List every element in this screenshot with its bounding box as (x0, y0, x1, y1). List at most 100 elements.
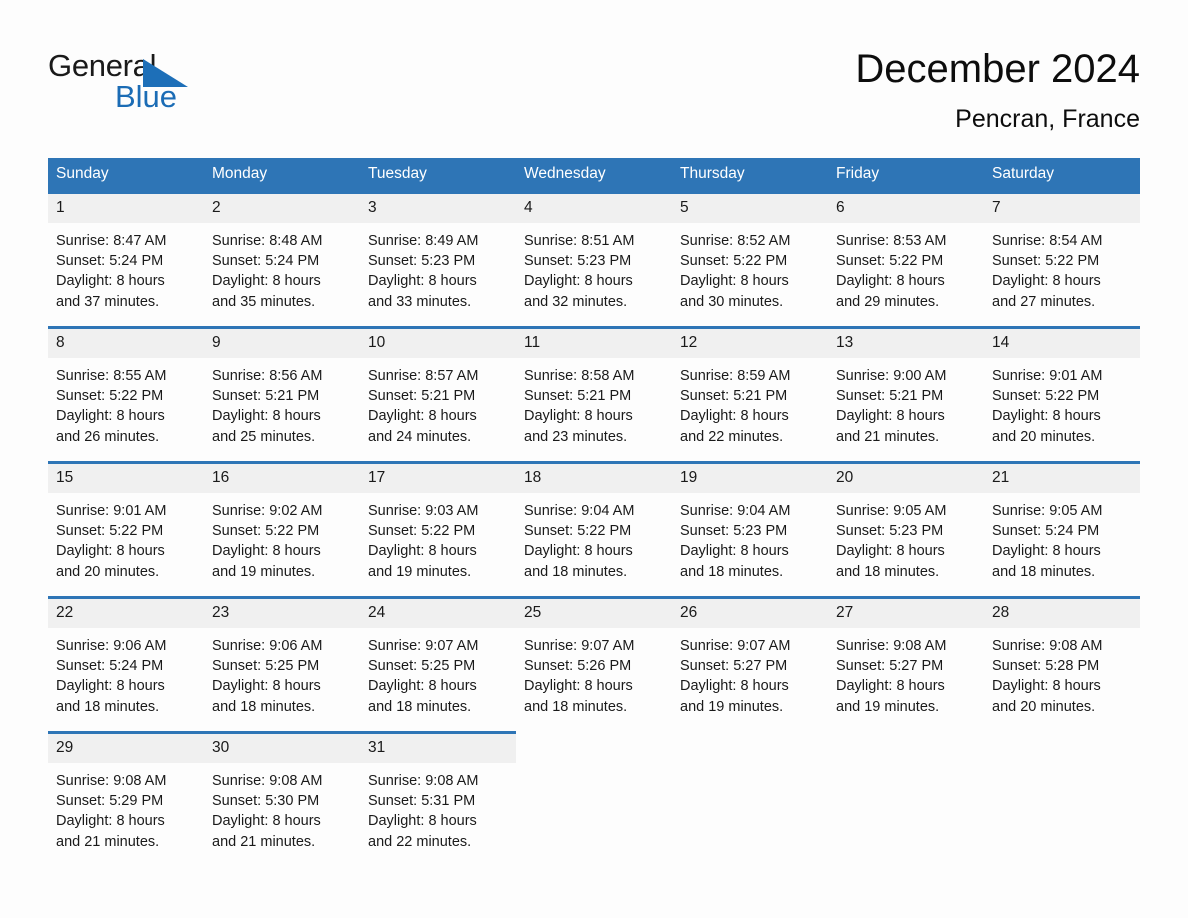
day-details: Sunrise: 8:56 AM Sunset: 5:21 PM Daylight:… (204, 358, 360, 447)
calendar-day-cell[interactable]: 4 Sunrise: 8:51 AM Sunset: 5:23 PM Daylight… (516, 191, 672, 328)
daylight-duration-line2: and 18 minutes. (992, 563, 1096, 580)
logo-word-general: General (48, 48, 157, 83)
calendar-day-cell[interactable]: 29 Sunrise: 9:08 AM Sunset: 5:29 PM Dayligh… (48, 731, 204, 866)
day-number: 9 (204, 329, 360, 358)
daylight-duration-line1: Daylight: 8 hours (680, 273, 789, 290)
sunrise-time: Sunrise: 8:57 AM (368, 368, 479, 384)
weekday-header-saturday: Saturday (984, 158, 1140, 193)
calendar-day-cell[interactable]: 16 Sunrise: 9:02 AM Sunset: 5:22 PM Dayligh… (204, 461, 360, 598)
calendar-day-cell[interactable]: 22 Sunrise: 9:06 AM Sunset: 5:24 PM Dayligh… (48, 596, 204, 733)
calendar-day-cell[interactable]: 23 Sunrise: 9:06 AM Sunset: 5:25 PM Dayligh… (204, 596, 360, 733)
weekday-header-thursday: Thursday (672, 158, 828, 193)
day-number (828, 733, 984, 762)
sunset-time: Sunset: 5:23 PM (368, 253, 476, 270)
calendar-day-cell[interactable]: 11 Sunrise: 8:58 AM Sunset: 5:21 PM Dayligh… (516, 326, 672, 463)
daylight-duration-line2: and 24 minutes. (368, 428, 472, 445)
sunrise-sunset-calendar: Sunday Monday Tuesday Wednesday Thursday… (48, 158, 1140, 866)
calendar-day-cell[interactable]: 19 Sunrise: 9:04 AM Sunset: 5:23 PM Dayligh… (672, 461, 828, 598)
calendar-day-cell[interactable]: 9 Sunrise: 8:56 AM Sunset: 5:21 PM Daylight… (204, 326, 360, 463)
calendar-day-cell[interactable]: 18 Sunrise: 9:04 AM Sunset: 5:22 PM Dayligh… (516, 461, 672, 598)
daylight-duration-line1: Daylight: 8 hours (836, 273, 945, 290)
sunset-time: Sunset: 5:22 PM (524, 523, 632, 540)
calendar-day-cell[interactable]: 14 Sunrise: 9:01 AM Sunset: 5:22 PM Dayligh… (984, 326, 1140, 463)
calendar-day-cell[interactable]: 13 Sunrise: 9:00 AM Sunset: 5:21 PM Dayligh… (828, 326, 984, 463)
calendar-day-cell[interactable]: 21 Sunrise: 9:05 AM Sunset: 5:24 PM Dayligh… (984, 461, 1140, 598)
calendar-day-cell[interactable]: 12 Sunrise: 8:59 AM Sunset: 5:21 PM Dayligh… (672, 326, 828, 463)
sunrise-time: Sunrise: 9:04 AM (524, 503, 635, 519)
page-header: General Blue December 2024 Pencran, Fran… (48, 0, 1140, 133)
day-details: Sunrise: 8:59 AM Sunset: 5:21 PM Daylight:… (672, 358, 828, 447)
day-details: Sunrise: 9:08 AM Sunset: 5:27 PM Daylight:… (828, 628, 984, 717)
day-details: Sunrise: 9:04 AM Sunset: 5:23 PM Daylight:… (672, 493, 828, 582)
calendar-day-cell[interactable]: 26 Sunrise: 9:07 AM Sunset: 5:27 PM Dayligh… (672, 596, 828, 733)
day-details: Sunrise: 9:00 AM Sunset: 5:21 PM Daylight:… (828, 358, 984, 447)
calendar-day-cell[interactable]: 2 Sunrise: 8:48 AM Sunset: 5:24 PM Daylight… (204, 191, 360, 328)
logo-text-general: General (48, 48, 218, 87)
day-details: Sunrise: 9:08 AM Sunset: 5:30 PM Daylight:… (204, 763, 360, 852)
daylight-duration-line2: and 29 minutes. (836, 293, 940, 310)
calendar-day-cell[interactable]: 6 Sunrise: 8:53 AM Sunset: 5:22 PM Daylight… (828, 191, 984, 328)
day-details: Sunrise: 8:58 AM Sunset: 5:21 PM Daylight:… (516, 358, 672, 447)
day-number: 25 (516, 599, 672, 628)
weekday-header-friday: Friday (828, 158, 984, 193)
daylight-duration-line2: and 23 minutes. (524, 428, 628, 445)
calendar-day-cell[interactable]: 20 Sunrise: 9:05 AM Sunset: 5:23 PM Dayligh… (828, 461, 984, 598)
day-details: Sunrise: 9:04 AM Sunset: 5:22 PM Daylight:… (516, 493, 672, 582)
calendar-week-row: 29 Sunrise: 9:08 AM Sunset: 5:29 PM Dayligh… (48, 731, 1140, 866)
calendar-day-cell[interactable]: 8 Sunrise: 8:55 AM Sunset: 5:22 PM Daylight… (48, 326, 204, 463)
day-number: 29 (48, 734, 204, 763)
sunrise-time: Sunrise: 8:58 AM (524, 368, 635, 384)
daylight-duration-line2: and 21 minutes. (836, 428, 940, 445)
daylight-duration-line1: Daylight: 8 hours (992, 273, 1101, 290)
daylight-duration-line2: and 37 minutes. (56, 293, 160, 310)
calendar-day-cell[interactable]: 30 Sunrise: 9:08 AM Sunset: 5:30 PM Dayligh… (204, 731, 360, 866)
day-number (672, 733, 828, 762)
day-details: Sunrise: 8:54 AM Sunset: 5:22 PM Daylight:… (984, 223, 1140, 312)
sunrise-time: Sunrise: 8:48 AM (212, 233, 323, 249)
day-details: Sunrise: 9:06 AM Sunset: 5:24 PM Daylight:… (48, 628, 204, 717)
daylight-duration-line1: Daylight: 8 hours (680, 543, 789, 560)
day-number: 23 (204, 599, 360, 628)
daylight-duration-line2: and 21 minutes. (212, 833, 316, 850)
calendar-day-cell[interactable]: 17 Sunrise: 9:03 AM Sunset: 5:22 PM Dayligh… (360, 461, 516, 598)
daylight-duration-line1: Daylight: 8 hours (992, 408, 1101, 425)
sunset-time: Sunset: 5:24 PM (56, 253, 164, 270)
calendar-day-cell[interactable]: 3 Sunrise: 8:49 AM Sunset: 5:23 PM Daylight… (360, 191, 516, 328)
sunrise-time: Sunrise: 8:52 AM (680, 233, 791, 249)
calendar-day-cell[interactable]: 27 Sunrise: 9:08 AM Sunset: 5:27 PM Dayligh… (828, 596, 984, 733)
sunset-time: Sunset: 5:24 PM (992, 523, 1100, 540)
day-details: Sunrise: 9:08 AM Sunset: 5:31 PM Daylight:… (360, 763, 516, 852)
calendar-day-cell[interactable]: 1 Sunrise: 8:47 AM Sunset: 5:24 PM Daylight… (48, 191, 204, 328)
calendar-day-cell[interactable]: 15 Sunrise: 9:01 AM Sunset: 5:22 PM Dayligh… (48, 461, 204, 598)
day-number: 2 (204, 194, 360, 223)
day-details: Sunrise: 9:03 AM Sunset: 5:22 PM Daylight:… (360, 493, 516, 582)
daylight-duration-line1: Daylight: 8 hours (368, 273, 477, 290)
daylight-duration-line2: and 18 minutes. (680, 563, 784, 580)
sunset-time: Sunset: 5:27 PM (680, 658, 788, 675)
daylight-duration-line2: and 33 minutes. (368, 293, 472, 310)
daylight-duration-line1: Daylight: 8 hours (368, 813, 477, 830)
day-details: Sunrise: 8:51 AM Sunset: 5:23 PM Daylight:… (516, 223, 672, 312)
calendar-day-cell[interactable]: 24 Sunrise: 9:07 AM Sunset: 5:25 PM Dayligh… (360, 596, 516, 733)
day-details: Sunrise: 8:48 AM Sunset: 5:24 PM Daylight:… (204, 223, 360, 312)
calendar-day-cell[interactable]: 25 Sunrise: 9:07 AM Sunset: 5:26 PM Dayligh… (516, 596, 672, 733)
daylight-duration-line2: and 20 minutes. (992, 428, 1096, 445)
calendar-day-cell[interactable]: 7 Sunrise: 8:54 AM Sunset: 5:22 PM Daylight… (984, 191, 1140, 328)
day-details: Sunrise: 9:05 AM Sunset: 5:23 PM Daylight:… (828, 493, 984, 582)
daylight-duration-line2: and 19 minutes. (368, 563, 472, 580)
sunrise-time: Sunrise: 8:53 AM (836, 233, 947, 249)
calendar-day-cell[interactable]: 5 Sunrise: 8:52 AM Sunset: 5:22 PM Daylight… (672, 191, 828, 328)
day-number: 16 (204, 464, 360, 493)
daylight-duration-line1: Daylight: 8 hours (212, 813, 321, 830)
calendar-day-cell[interactable]: 28 Sunrise: 9:08 AM Sunset: 5:28 PM Dayligh… (984, 596, 1140, 733)
calendar-week-row: 22 Sunrise: 9:06 AM Sunset: 5:24 PM Dayligh… (48, 596, 1140, 733)
daylight-duration-line2: and 27 minutes. (992, 293, 1096, 310)
calendar-day-cell[interactable]: 31 Sunrise: 9:08 AM Sunset: 5:31 PM Dayligh… (360, 731, 516, 866)
daylight-duration-line2: and 30 minutes. (680, 293, 784, 310)
daylight-duration-line1: Daylight: 8 hours (680, 408, 789, 425)
daylight-duration-line2: and 19 minutes. (836, 698, 940, 715)
sunset-time: Sunset: 5:21 PM (368, 388, 476, 405)
calendar-day-cell[interactable]: 10 Sunrise: 8:57 AM Sunset: 5:21 PM Dayligh… (360, 326, 516, 463)
daylight-duration-line2: and 20 minutes. (992, 698, 1096, 715)
daylight-duration-line1: Daylight: 8 hours (368, 678, 477, 695)
